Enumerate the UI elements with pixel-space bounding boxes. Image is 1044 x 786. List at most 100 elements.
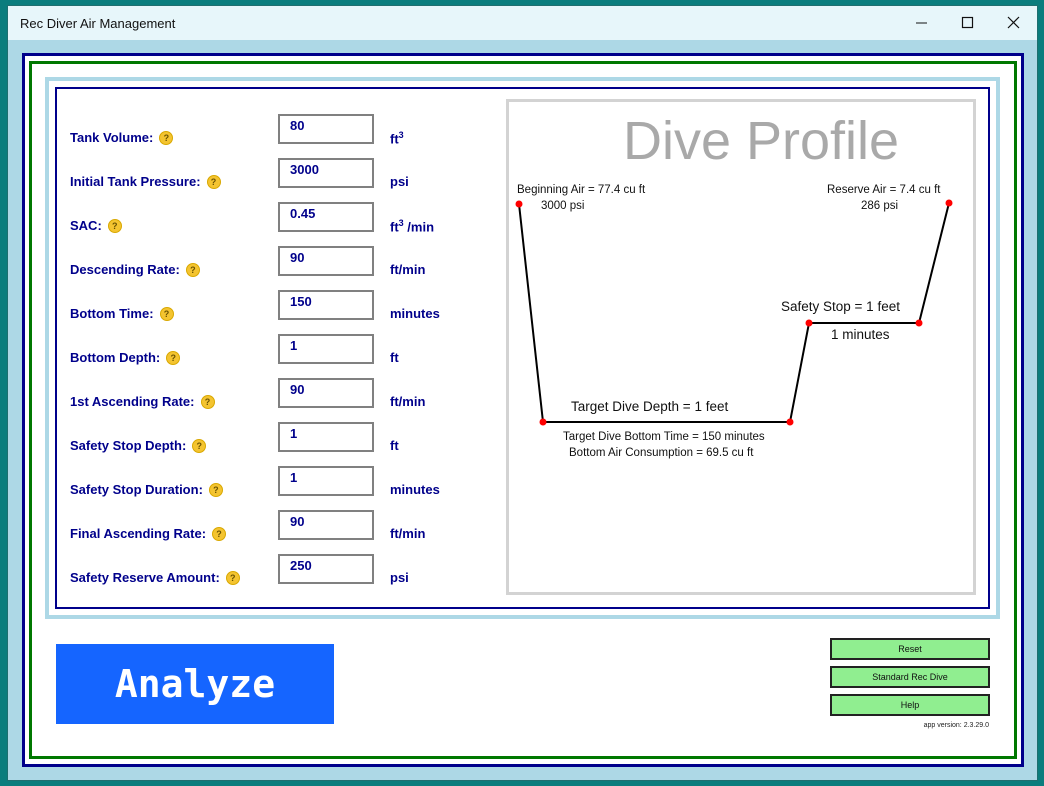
field-input[interactable]: 250 xyxy=(278,554,374,584)
field-unit: ft xyxy=(390,350,399,365)
help-icon[interactable]: ? xyxy=(192,438,207,453)
field-unit: psi xyxy=(390,570,409,585)
field-unit-superscript: 3 xyxy=(398,130,404,140)
field-unit: ft xyxy=(390,438,399,453)
close-icon xyxy=(1007,16,1020,29)
help-icon[interactable]: ? xyxy=(200,394,215,409)
app-window: Rec Diver Air Management Tank Volume:? 80… xyxy=(7,5,1038,781)
bottom-end-point xyxy=(786,418,794,426)
field-label-text: Safety Stop Depth: xyxy=(70,438,187,453)
help-icon[interactable]: ? xyxy=(208,482,223,497)
field-label-text: Safety Reserve Amount: xyxy=(70,570,220,585)
field-label: Bottom Depth:? xyxy=(70,350,181,366)
help-icon[interactable]: ? xyxy=(159,306,174,321)
help-icon[interactable]: ? xyxy=(185,262,200,277)
field-label: Initial Tank Pressure:? xyxy=(70,174,221,190)
field-input-value: 250 xyxy=(290,558,312,573)
field-input-value: 1 xyxy=(290,426,298,441)
field-unit: ft3 /min xyxy=(390,218,434,234)
maximize-button[interactable] xyxy=(945,6,991,40)
field-unit: minutes xyxy=(390,482,440,497)
field-unit-suffix: /min xyxy=(403,219,435,235)
field-input[interactable]: 150 xyxy=(278,290,374,320)
close-button[interactable] xyxy=(991,6,1037,40)
field-unit-text: ft xyxy=(390,131,399,147)
help-icon[interactable]: ? xyxy=(225,570,240,585)
field-label-text: Initial Tank Pressure: xyxy=(70,174,201,189)
title-bar: Rec Diver Air Management xyxy=(8,6,1037,40)
field-label: Safety Stop Duration:? xyxy=(70,482,223,498)
help-icon[interactable]: ? xyxy=(159,130,174,145)
field-input-value: 1 xyxy=(290,470,298,485)
field-label-text: Bottom Time: xyxy=(70,306,154,321)
field-unit-text: ft xyxy=(390,350,399,365)
minimize-button[interactable] xyxy=(899,6,945,40)
field-unit-text: psi xyxy=(390,570,409,585)
beginning-psi-label: 3000 psi xyxy=(541,200,584,212)
field-input-value: 90 xyxy=(290,382,305,397)
target-time-label: Target Dive Bottom Time = 150 minutes xyxy=(563,431,765,443)
help-button[interactable]: Help xyxy=(830,694,990,716)
target-depth-label: Target Dive Depth = 1 feet xyxy=(571,399,728,414)
field-unit-text: psi xyxy=(390,174,409,189)
reset-button[interactable]: Reset xyxy=(830,638,990,660)
field-unit: minutes xyxy=(390,306,440,321)
field-label: SAC:? xyxy=(70,218,122,234)
help-icon[interactable]: ? xyxy=(166,350,181,365)
beginning-air-label: Beginning Air = 77.4 cu ft xyxy=(517,184,646,196)
dive-profile-panel: Dive Profile Beginning Air = 77.4 cu ft … xyxy=(506,99,976,595)
field-unit: ft/min xyxy=(390,526,425,541)
help-icon[interactable]: ? xyxy=(212,526,227,541)
field-input[interactable]: 90 xyxy=(278,378,374,408)
field-input[interactable]: 1 xyxy=(278,422,374,452)
field-label: Safety Reserve Amount:? xyxy=(70,570,240,586)
field-unit-text: minutes xyxy=(390,306,440,321)
field-label-text: 1st Ascending Rate: xyxy=(70,394,195,409)
field-label: Final Ascending Rate:? xyxy=(70,526,227,542)
field-unit-text: ft xyxy=(390,438,399,453)
dive-profile-chart: Beginning Air = 77.4 cu ft 3000 psi Rese… xyxy=(515,184,953,459)
standard-rec-dive-button[interactable]: Standard Rec Dive xyxy=(830,666,990,688)
field-label: Bottom Time:? xyxy=(70,306,174,322)
field-input[interactable]: 90 xyxy=(278,246,374,276)
reserve-psi-label: 286 psi xyxy=(861,200,898,212)
field-label: Tank Volume:? xyxy=(70,130,174,146)
field-label-text: Safety Stop Duration: xyxy=(70,482,203,497)
bottom-start-point xyxy=(539,418,547,426)
app-version: app version: 2.3.29.0 xyxy=(923,722,989,729)
field-input[interactable]: 80 xyxy=(278,114,374,144)
safety-stop-end-point xyxy=(915,319,923,327)
field-label: Safety Stop Depth:? xyxy=(70,438,207,454)
field-input-value: 1 xyxy=(290,338,298,353)
field-unit-text: ft/min xyxy=(390,526,426,541)
minimize-icon xyxy=(916,22,927,24)
field-label-text: Tank Volume: xyxy=(70,130,154,145)
reserve-air-label: Reserve Air = 7.4 cu ft xyxy=(827,184,941,196)
help-icon[interactable]: ? xyxy=(107,218,122,233)
field-unit-text: ft/min xyxy=(390,394,426,409)
begin-point xyxy=(515,200,523,208)
field-unit: ft3 xyxy=(390,130,404,146)
field-input-value: 80 xyxy=(290,118,305,133)
safety-stop-start-point xyxy=(805,319,813,327)
surface-point xyxy=(945,199,953,207)
safety-minutes-label: 1 minutes xyxy=(831,327,890,342)
field-unit: psi xyxy=(390,174,409,189)
field-unit-text: minutes xyxy=(390,482,440,497)
field-label: 1st Ascending Rate:? xyxy=(70,394,215,410)
help-icon[interactable]: ? xyxy=(206,174,221,189)
bottom-air-label: Bottom Air Consumption = 69.5 cu ft xyxy=(569,447,754,459)
analyze-button[interactable]: Analyze xyxy=(56,644,334,724)
field-input-value: 90 xyxy=(290,250,305,265)
field-input-value: 3000 xyxy=(290,162,319,177)
field-label-text: Final Ascending Rate: xyxy=(70,526,207,541)
field-input[interactable]: 1 xyxy=(278,334,374,364)
field-input[interactable]: 1 xyxy=(278,466,374,496)
field-label: Descending Rate:? xyxy=(70,262,200,278)
field-input[interactable]: 3000 xyxy=(278,158,374,188)
field-input[interactable]: 90 xyxy=(278,510,374,540)
field-input[interactable]: 0.45 xyxy=(278,202,374,232)
field-label-text: Bottom Depth: xyxy=(70,350,161,365)
field-unit-text: ft xyxy=(390,219,399,235)
field-unit-text: ft/min xyxy=(390,262,426,277)
